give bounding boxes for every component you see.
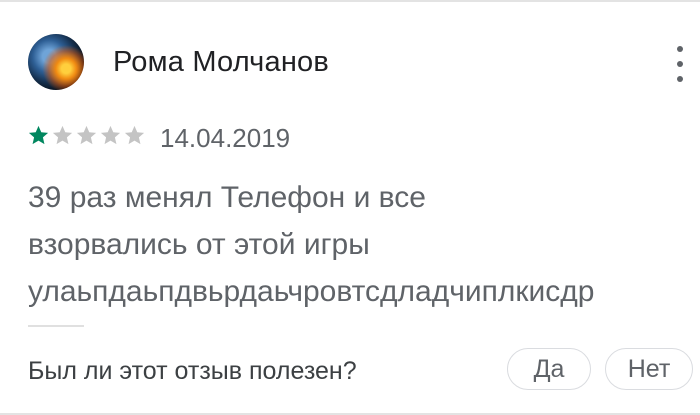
star-rating: [27, 124, 146, 150]
menu-dot: [677, 46, 683, 52]
more-options-icon[interactable]: [668, 44, 692, 84]
helpful-question: Был ли этот отзыв полезен?: [28, 357, 357, 385]
author-name: Рома Молчанов: [113, 46, 329, 78]
review-date: 14.04.2019: [160, 123, 291, 153]
review-text: 39 раз менял Телефон и все взорвались от…: [28, 181, 595, 308]
helpful-yes-button[interactable]: Да: [507, 348, 591, 390]
star-empty-icon: [100, 125, 121, 145]
divider: [28, 325, 84, 327]
menu-dot: [677, 61, 683, 67]
menu-dot: [677, 76, 683, 82]
helpful-no-button[interactable]: Нет: [605, 348, 693, 390]
avatar: [28, 34, 84, 90]
star-filled-icon: [28, 125, 49, 145]
star-empty-icon: [76, 125, 97, 145]
star-empty-icon: [124, 125, 145, 145]
star-empty-icon: [52, 125, 73, 145]
review-card: Рома Молчанов 14.04.2019 39 раз менял Те…: [0, 0, 700, 415]
